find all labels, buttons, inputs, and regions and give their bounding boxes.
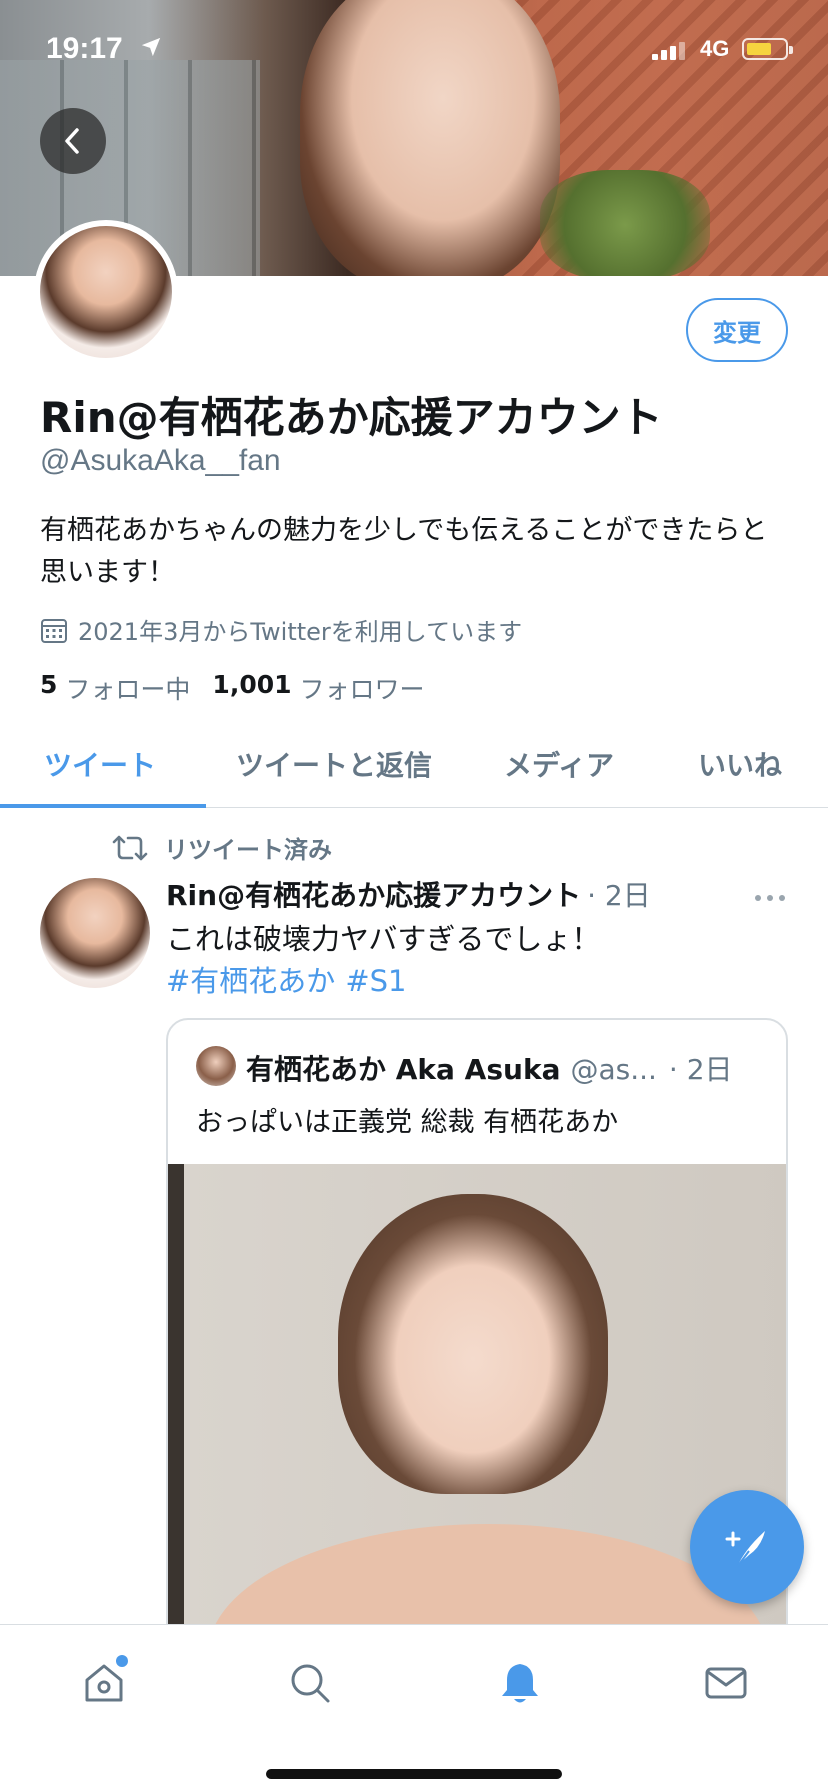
nav-home[interactable] <box>74 1653 134 1713</box>
hashtag-link[interactable]: #S1 <box>345 964 406 998</box>
quote-media-image[interactable] <box>168 1164 786 1656</box>
network-type: 4G <box>700 36 730 61</box>
tweet-time: · 2日 <box>587 879 651 912</box>
home-indicator <box>266 1769 562 1779</box>
signal-icon <box>652 42 685 60</box>
following-label: フォロー中 <box>65 675 191 704</box>
status-time: 19:17 <box>46 32 123 65</box>
retweet-icon <box>112 835 148 860</box>
compose-tweet-button[interactable] <box>690 1490 804 1604</box>
tab-tweets-and-replies[interactable]: ツイートと返信 <box>236 744 432 784</box>
notifications-bell-icon <box>502 1664 538 1703</box>
compose-feather-icon <box>725 1531 765 1568</box>
follow-stats: 5 フォロー中 1,001 フォロワー <box>40 670 447 706</box>
tweet-more-button[interactable] <box>754 888 786 907</box>
tweet-author[interactable]: Rin@有栖花あか応援アカウント <box>166 874 581 914</box>
profile-avatar[interactable] <box>34 220 178 364</box>
following-count: 5 <box>40 670 58 699</box>
quote-time: · 2日 <box>668 1053 733 1086</box>
status-bar: 19:17 4G <box>0 0 828 100</box>
followers-link[interactable]: 1,001 フォロワー <box>212 670 424 706</box>
location-arrow-icon <box>141 37 161 57</box>
nav-search[interactable] <box>280 1653 340 1713</box>
tab-likes[interactable]: いいね <box>698 744 782 784</box>
back-button[interactable] <box>40 108 106 174</box>
search-icon <box>291 1664 330 1703</box>
tweet-text: これは破壊力ヤバすぎるでしょ！ <box>166 922 601 956</box>
joined-date: 2021年3月からTwitterを利用しています <box>40 612 522 647</box>
messages-envelope-icon <box>705 1667 747 1699</box>
quote-image-portrait <box>338 1194 608 1494</box>
profile-tabs: ツイート ツイートと返信 メディア いいね <box>0 726 828 808</box>
home-notification-dot <box>116 1655 128 1667</box>
followers-label: フォロワー <box>299 675 425 704</box>
quote-author: 有栖花あか Aka Asuka <box>246 1053 561 1086</box>
tab-media[interactable]: メディア <box>504 744 614 784</box>
retweet-note: リツイート済み <box>110 830 332 865</box>
quote-avatar <box>196 1046 236 1086</box>
battery-icon <box>742 38 793 60</box>
hashtag-link[interactable]: #有栖花あか <box>166 964 335 998</box>
profile-handle: @AsukaAka__fan <box>40 444 281 477</box>
active-tab-indicator <box>0 804 206 808</box>
nav-notifications[interactable] <box>490 1653 550 1713</box>
tweet-header: Rin@有栖花あか応援アカウント · 2日 <box>166 874 651 914</box>
nav-messages[interactable] <box>696 1653 756 1713</box>
tab-tweets[interactable]: ツイート <box>44 744 156 784</box>
calendar-icon <box>41 618 67 643</box>
following-link[interactable]: 5 フォロー中 <box>40 670 190 706</box>
retweet-note-text: リツイート済み <box>164 836 332 864</box>
more-horizontal-icon <box>755 895 785 901</box>
chevron-left-icon <box>65 128 79 154</box>
tweet-avatar[interactable] <box>40 878 150 988</box>
joined-text: 2021年3月からTwitterを利用しています <box>78 618 523 646</box>
quote-handle: @as... <box>570 1053 657 1086</box>
bottom-navigation <box>0 1624 828 1792</box>
followers-count: 1,001 <box>212 670 292 699</box>
profile-display-name: Rin@有栖花あか応援アカウント <box>40 393 663 442</box>
edit-profile-button[interactable]: 変更 <box>686 298 788 362</box>
profile-bio: 有栖花あかちゃんの魅力を少しでも伝えることができたらと思います！ <box>40 515 768 588</box>
quote-text: おっぱいは正義党 総裁 有栖花あか <box>196 1107 619 1138</box>
banner-plant <box>540 170 710 276</box>
quote-header: 有栖花あか Aka Asuka @as... · 2日 <box>246 1048 766 1088</box>
tweet-hashtags: #有栖花あか #S1 <box>166 960 416 1002</box>
